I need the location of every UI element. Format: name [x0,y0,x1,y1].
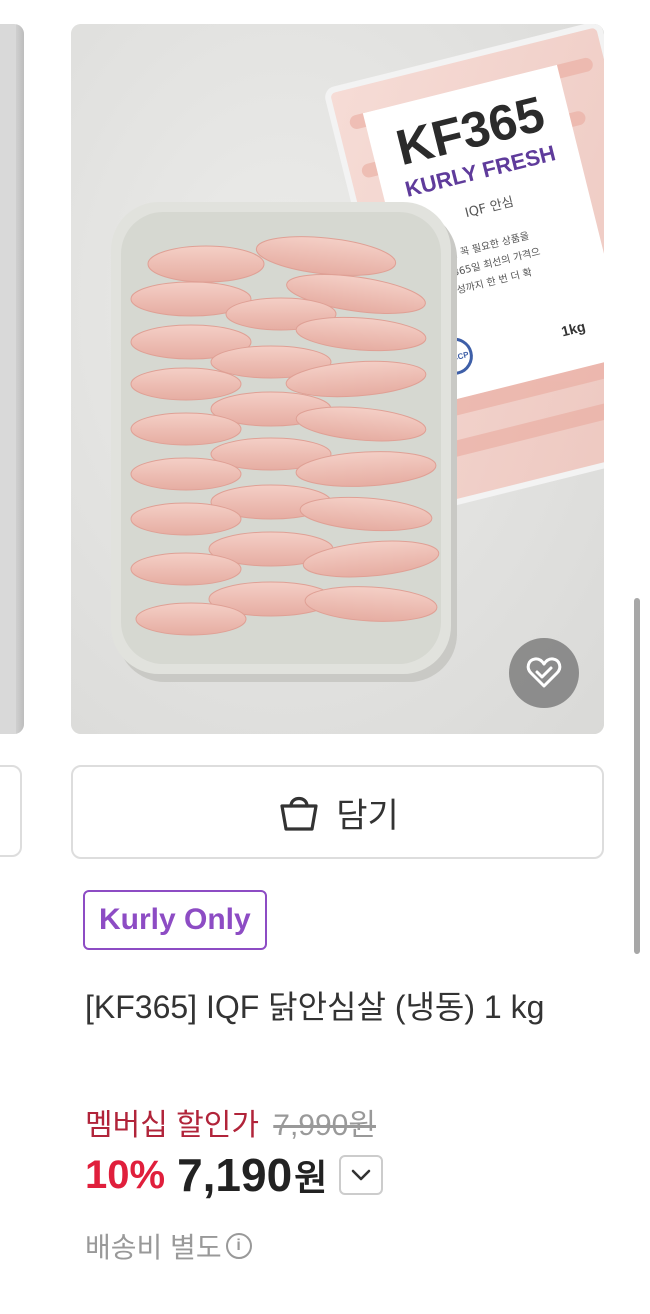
member-price-line: 멤버십 할인가 7,990원 [85,1100,376,1144]
price-detail-toggle[interactable] [339,1155,384,1195]
add-to-cart-label: 담기 [336,795,399,836]
price-currency: 원 [294,1157,328,1198]
discount-rate: 10% [85,1152,166,1197]
previous-product-image-edge [16,24,24,734]
product-photo: KF365 KURLY FRESH IQF 안심 일상에 꼭 필요한 상품을 1… [71,24,604,734]
kurly-only-badge: Kurly Only [83,890,267,950]
previous-product-image[interactable] [0,24,24,734]
original-price: 7,990원 [273,1109,376,1142]
sale-price: 7,190 [177,1149,293,1201]
heart-check-icon [526,657,562,688]
member-discount-label: 멤버십 할인가 [85,1109,259,1142]
price-line: 10% 7,190 원 [85,1148,384,1202]
product-title[interactable]: [KF365] IQF 닭안심살 (냉동) 1 kg [85,980,605,1034]
chevron-down-icon [352,1169,371,1181]
previous-product-cart-button[interactable] [0,765,22,857]
shipping-label: 배송비 별도 [85,1232,222,1263]
wishlist-button[interactable] [509,638,579,708]
shipping-note: 배송비 별도 i [85,1226,252,1266]
shopping-bag-icon [280,796,318,831]
info-icon[interactable]: i [225,1233,252,1259]
add-to-cart-button[interactable]: 담기 [71,765,604,859]
page-scrollbar[interactable] [634,598,640,954]
product-image[interactable]: KF365 KURLY FRESH IQF 안심 일상에 꼭 필요한 상품을 1… [71,24,604,734]
